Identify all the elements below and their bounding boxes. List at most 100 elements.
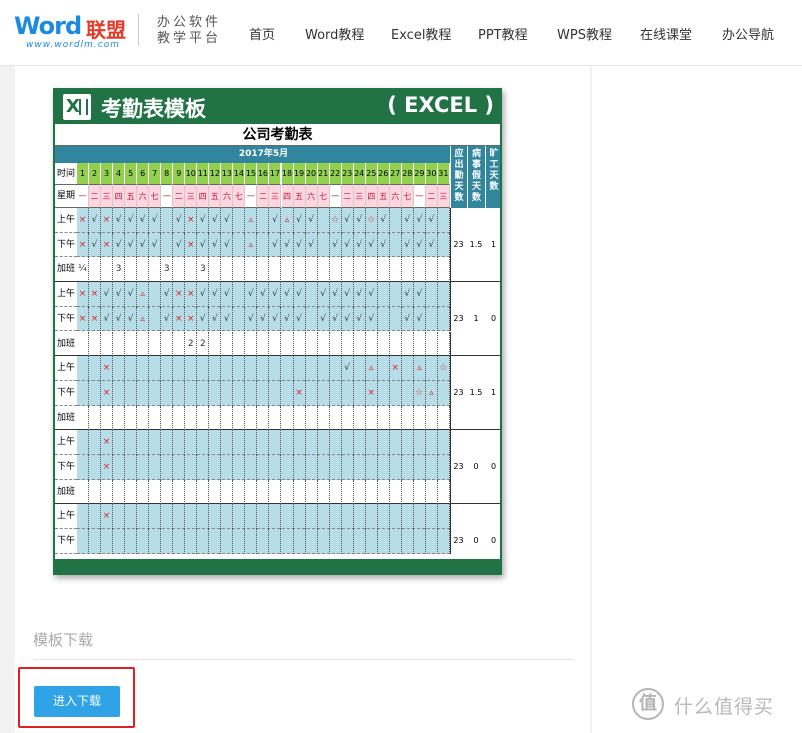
attendance-mark: √ bbox=[426, 232, 438, 258]
attendance-mark bbox=[197, 430, 210, 455]
attendance-mark bbox=[125, 430, 138, 455]
attendance-mark bbox=[354, 529, 366, 554]
weekday-cell: 三 bbox=[185, 185, 198, 208]
attendance-mark: × bbox=[101, 504, 114, 530]
attendance-mark bbox=[161, 529, 174, 554]
attendance-mark bbox=[306, 356, 318, 381]
attendance-mark bbox=[318, 529, 330, 554]
attendance-mark bbox=[173, 430, 186, 455]
preview-banner-tag: ( EXCEL ) bbox=[387, 93, 494, 117]
attendance-mark bbox=[342, 380, 354, 406]
attendance-mark: √ bbox=[221, 306, 234, 332]
attendance-mark bbox=[318, 356, 330, 381]
attendance-mark bbox=[378, 479, 390, 505]
attendance-mark bbox=[209, 430, 222, 455]
nav-excel-tutorial[interactable]: Excel教程 bbox=[391, 24, 451, 43]
attendance-mark: √ bbox=[366, 232, 378, 258]
weekday-cell: 六 bbox=[221, 185, 234, 208]
attendance-mark bbox=[257, 356, 270, 381]
attendance-mark bbox=[197, 405, 210, 431]
attendance-mark: √ bbox=[306, 232, 318, 258]
summary-header-3: 旷工天数 bbox=[485, 146, 500, 208]
attendance-mark bbox=[173, 479, 186, 505]
nav-ppt-tutorial[interactable]: PPT教程 bbox=[478, 24, 528, 43]
attendance-mark bbox=[438, 232, 450, 258]
attendance-mark: √ bbox=[197, 208, 210, 233]
attendance-mark: √ bbox=[414, 282, 426, 307]
attendance-mark: × bbox=[185, 282, 198, 307]
summary-cell bbox=[450, 331, 500, 357]
attendance-mark: √ bbox=[354, 232, 366, 258]
attendance-mark bbox=[89, 455, 102, 480]
attendance-mark bbox=[173, 257, 186, 283]
attendance-mark: ▵ bbox=[245, 232, 258, 258]
attendance-mark bbox=[306, 455, 318, 480]
attendance-mark bbox=[185, 455, 198, 480]
attendance-mark bbox=[257, 380, 270, 406]
attendance-mark: √ bbox=[173, 232, 186, 258]
attendance-mark bbox=[137, 405, 150, 431]
row-label: 加班 bbox=[55, 405, 77, 431]
total-absent: 0 bbox=[490, 462, 497, 471]
attendance-mark: × bbox=[390, 356, 402, 381]
attendance-mark bbox=[269, 257, 282, 283]
attendance-mark: √ bbox=[149, 208, 162, 233]
attendance-mark: × bbox=[185, 232, 198, 258]
attendance-mark: √ bbox=[137, 208, 150, 233]
attendance-mark bbox=[113, 455, 126, 480]
day-number: 5 bbox=[125, 163, 138, 185]
attendance-mark bbox=[294, 529, 306, 554]
attendance-mark bbox=[414, 405, 426, 431]
logo-divider bbox=[138, 14, 139, 46]
weekday-cell: 五 bbox=[293, 185, 306, 208]
week-label: 星期 bbox=[55, 185, 77, 208]
row-label: 上午 bbox=[55, 282, 77, 307]
attendance-mark bbox=[233, 306, 246, 332]
attendance-mark bbox=[366, 257, 378, 283]
attendance-mark bbox=[366, 504, 378, 530]
nav-wps-tutorial[interactable]: WPS教程 bbox=[557, 24, 612, 43]
attendance-mark: × bbox=[173, 282, 186, 307]
attendance-mark bbox=[402, 405, 414, 431]
attendance-mark: √ bbox=[330, 232, 342, 258]
attendance-mark bbox=[161, 331, 174, 357]
attendance-mark bbox=[197, 504, 210, 530]
attendance-mark bbox=[185, 380, 198, 406]
day-number: 16 bbox=[257, 163, 270, 185]
attendance-mark: √ bbox=[197, 232, 210, 258]
attendance-mark bbox=[161, 380, 174, 406]
attendance-mark: √ bbox=[221, 282, 234, 307]
day-number: 21 bbox=[317, 163, 330, 185]
nav-word-tutorial[interactable]: Word教程 bbox=[305, 24, 364, 43]
attendance-mark bbox=[209, 504, 222, 530]
watermark-text: 什么值得买 bbox=[674, 696, 775, 718]
attendance-mark: √ bbox=[306, 208, 318, 233]
attendance-mark bbox=[89, 356, 102, 381]
attendance-mark bbox=[318, 479, 330, 505]
site-logo[interactable]: Word 联盟 www.wordlm.com bbox=[14, 12, 134, 50]
download-section-title: 模板下载 bbox=[33, 631, 94, 649]
download-button[interactable]: 进入下载 bbox=[34, 686, 120, 717]
attendance-mark bbox=[366, 529, 378, 554]
attendance-mark bbox=[185, 356, 198, 381]
attendance-mark bbox=[89, 380, 102, 406]
attendance-mark bbox=[342, 257, 354, 283]
attendance-mark bbox=[378, 331, 390, 357]
attendance-mark bbox=[318, 430, 330, 455]
nav-office-guide[interactable]: 办公导航 bbox=[722, 24, 774, 43]
attendance-mark bbox=[282, 356, 294, 381]
attendance-mark bbox=[269, 356, 282, 381]
attendance-mark bbox=[221, 380, 234, 406]
attendance-mark: √ bbox=[294, 282, 306, 307]
day-number: 15 bbox=[245, 163, 258, 185]
attendance-mark: 3 bbox=[197, 257, 210, 283]
nav-online-class[interactable]: 在线课堂 bbox=[640, 24, 692, 43]
attendance-mark: √ bbox=[257, 306, 270, 332]
attendance-mark bbox=[245, 257, 258, 283]
attendance-mark bbox=[402, 479, 414, 505]
total-leave: 0 bbox=[473, 536, 479, 546]
attendance-mark: ☆ bbox=[438, 356, 450, 381]
day-number: 29 bbox=[413, 163, 426, 185]
attendance-mark bbox=[113, 504, 126, 530]
nav-home[interactable]: 首页 bbox=[249, 24, 275, 43]
